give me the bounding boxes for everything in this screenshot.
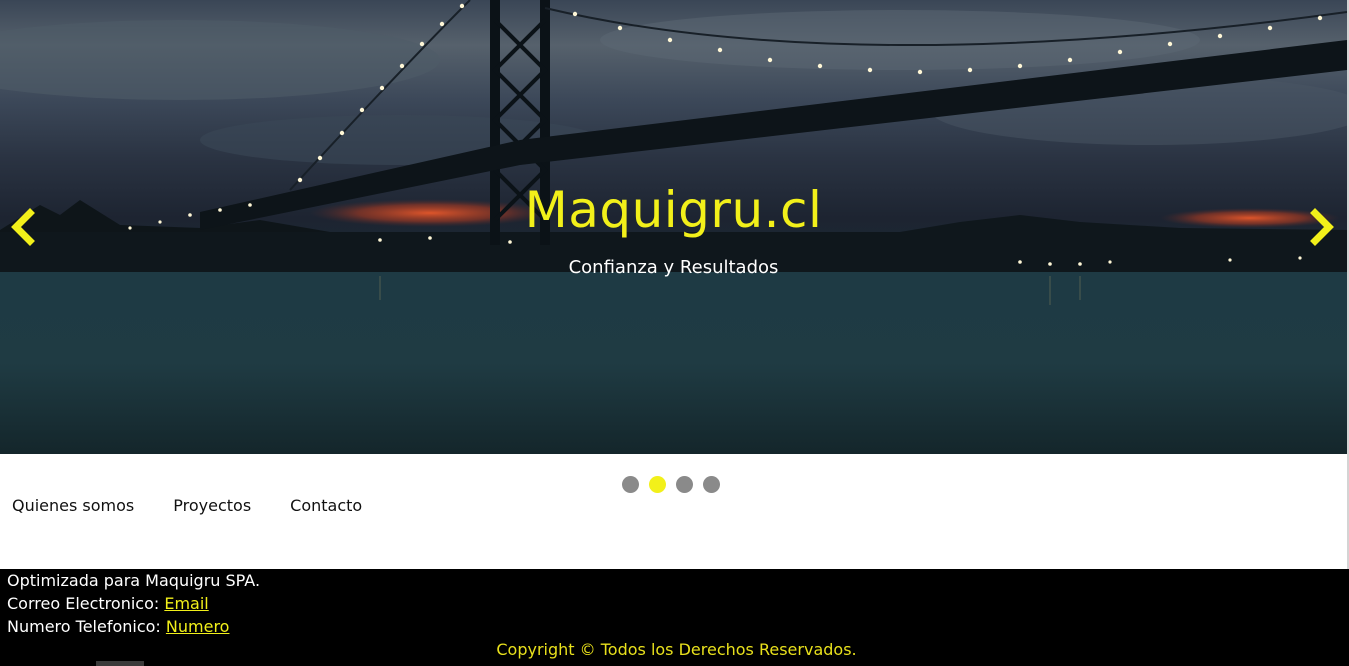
footer-email-label: Correo Electronico: [7,594,165,613]
carousel-next-button[interactable] [1305,207,1341,247]
footer-email-line: Correo Electronico: Email [7,592,209,615]
footer-optimized-text: Optimizada para Maquigru SPA. [7,571,261,590]
carousel-dot-3[interactable] [676,476,693,493]
footer: Optimizada para Maquigru SPA. Correo Ele… [0,569,1349,666]
carousel-indicators [622,476,720,493]
nav-item-contacto[interactable]: Contacto [290,495,362,517]
hero-subtitle: Confianza y Resultados [568,257,779,278]
footer-phone-label: Numero Telefonico: [7,617,166,636]
footer-email-link[interactable]: Email [164,594,208,613]
chevron-right-icon [1310,208,1334,246]
nav-item-quienes-somos[interactable]: Quienes somos [12,495,134,517]
page: Maquigru.cl Confianza y Resultados Quien… [0,0,1349,666]
nav-item-proyectos[interactable]: Proyectos [173,495,251,517]
hero-title: Maquigru.cl [524,181,823,239]
footer-phone-line: Numero Telefonico: Numero [7,615,229,638]
scrollbar-thumb[interactable] [96,661,144,666]
footer-phone-link[interactable]: Numero [166,617,230,636]
carousel-dot-1[interactable] [622,476,639,493]
footer-copyright: Copyright © Todos los Derechos Reservado… [496,640,857,659]
hero-carousel: Maquigru.cl Confianza y Resultados [0,0,1347,454]
main-nav: Quienes somos Proyectos Contacto [12,495,401,517]
carousel-dot-2[interactable] [649,476,666,493]
chevron-left-icon [11,208,35,246]
carousel-dot-4[interactable] [703,476,720,493]
carousel-prev-button[interactable] [4,207,40,247]
